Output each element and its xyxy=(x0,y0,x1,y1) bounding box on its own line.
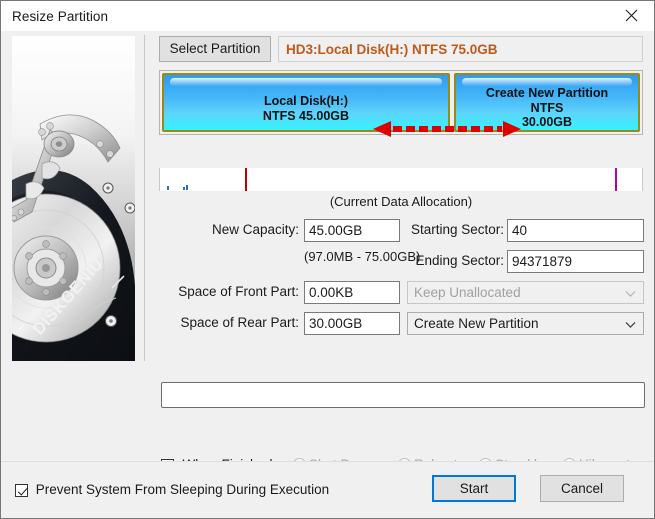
data-allocation-strip xyxy=(159,168,643,191)
partition-block-local-disk-h[interactable]: Local Disk(H:) NTFS 45.00GB xyxy=(162,73,450,132)
partition-right-fs: NTFS xyxy=(456,101,638,116)
starting-sector-label: Starting Sector: xyxy=(394,222,504,237)
dialog-footer: Prevent System From Sleeping During Exec… xyxy=(1,461,654,518)
cancel-button[interactable]: Cancel xyxy=(540,475,624,502)
rear-part-label: Space of Rear Part: xyxy=(161,315,299,330)
ending-sector-label: Ending Sector: xyxy=(394,253,504,268)
rear-part-action-select[interactable]: Create New Partition xyxy=(407,312,644,335)
gloss-highlight xyxy=(462,78,632,86)
front-part-input[interactable] xyxy=(304,281,400,304)
start-button[interactable]: Start xyxy=(432,475,516,502)
front-part-action-select[interactable]: Keep Unallocated xyxy=(407,281,644,304)
chevron-down-icon xyxy=(625,316,636,331)
select-partition-row: Select Partition HD3:Local Disk(H:) NTFS… xyxy=(159,36,643,62)
alloc-mark-blue-3 xyxy=(186,185,188,190)
partition-left-detail: NTFS 45.00GB xyxy=(164,109,448,124)
partition-left-text: Local Disk(H:) NTFS 45.00GB xyxy=(164,94,448,123)
resize-partition-dialog: Resize Partition xyxy=(0,0,655,519)
prevent-sleep-checkbox[interactable]: Prevent System From Sleeping During Exec… xyxy=(15,482,329,498)
chevron-down-icon xyxy=(625,285,636,300)
close-icon[interactable] xyxy=(609,1,654,30)
new-capacity-label: New Capacity: xyxy=(184,222,299,237)
partition-right-size: 30.00GB xyxy=(456,115,638,130)
partition-block-new-partition[interactable]: Create New Partition NTFS 30.00GB xyxy=(454,73,640,132)
select-partition-button[interactable]: Select Partition xyxy=(159,36,271,62)
dialog-body: DISKGENIUS Select Partition HD3:Local Di… xyxy=(1,31,654,518)
partition-right-text: Create New Partition NTFS 30.00GB xyxy=(456,86,638,130)
front-part-action-value: Keep Unallocated xyxy=(414,285,521,300)
alloc-mark-blue-2 xyxy=(183,187,185,190)
alloc-mark-blue-1 xyxy=(167,186,169,190)
prevent-sleep-label: Prevent System From Sleeping During Exec… xyxy=(36,482,329,497)
selected-partition-label: HD3:Local Disk(H:) NTFS 75.0GB xyxy=(286,42,498,57)
panel-divider xyxy=(144,35,145,361)
allocation-caption: (Current Data Allocation) xyxy=(159,194,643,209)
ending-sector-input[interactable] xyxy=(507,250,644,273)
hard-disk-illustration: DISKGENIUS xyxy=(12,36,135,361)
title-bar: Resize Partition xyxy=(1,1,654,31)
window-title: Resize Partition xyxy=(12,9,108,24)
new-capacity-input[interactable] xyxy=(304,219,400,242)
alloc-mark-red xyxy=(245,168,247,191)
alloc-mark-magenta xyxy=(615,168,617,191)
partition-right-name: Create New Partition xyxy=(456,86,638,101)
rear-part-input[interactable] xyxy=(304,312,400,335)
starting-sector-input[interactable] xyxy=(507,219,644,242)
selected-partition-info: HD3:Local Disk(H:) NTFS 75.0GB xyxy=(278,36,643,62)
front-part-label: Space of Front Part: xyxy=(161,284,299,299)
gloss-highlight xyxy=(170,78,442,86)
prevent-sleep-checkbox-box xyxy=(15,484,28,497)
progress-bar xyxy=(161,382,645,408)
rear-part-action-value: Create New Partition xyxy=(414,316,539,331)
partition-left-name: Local Disk(H:) xyxy=(164,94,448,109)
partition-layout-bar: Local Disk(H:) NTFS 45.00GB Create New P… xyxy=(159,70,643,135)
